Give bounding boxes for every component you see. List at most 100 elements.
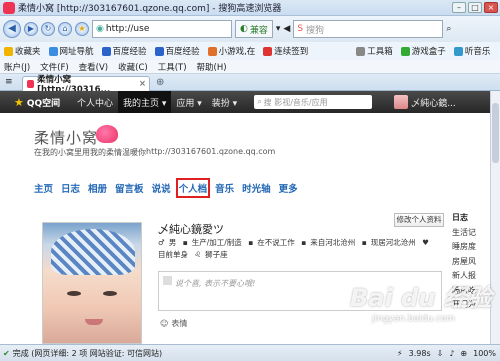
space-url[interactable]: http://303167601.qzone.qq.com <box>146 147 275 156</box>
search-icon[interactable]: ⌕ <box>446 24 451 34</box>
scrollbar-thumb[interactable] <box>492 103 499 163</box>
speed-icon: ⚡ <box>397 348 403 358</box>
decoration-icon <box>96 125 118 143</box>
close-button[interactable]: × <box>484 2 498 13</box>
compat-mode-button[interactable]: ◐ 兼容 <box>235 20 273 38</box>
status-ok-icon: ✔ <box>3 348 10 358</box>
gamebox-button[interactable]: 游戏盒子 <box>400 45 446 57</box>
info-gender: 男 <box>168 238 177 247</box>
emoji-button[interactable]: ☺ 表情 <box>160 318 187 329</box>
right-column-item[interactable]: 房屋风 <box>452 255 490 270</box>
globe-icon <box>48 46 58 56</box>
zoom-icon[interactable]: ⊕ <box>460 349 467 358</box>
location-icon: ▪ <box>361 238 367 247</box>
qq-star-icon: ★ <box>14 95 24 109</box>
right-column-item[interactable]: 生活记 <box>452 226 490 241</box>
status-thumb-icon <box>163 276 172 285</box>
space-title: 柔情小窝 <box>34 129 99 147</box>
refresh-icon[interactable]: ↻ <box>41 22 55 36</box>
nav-my-homepage[interactable]: 我的主页 ▾ <box>118 91 172 113</box>
space-nav-music[interactable]: 音乐 <box>215 181 234 195</box>
space-nav-album[interactable]: 相册 <box>88 181 107 195</box>
info-industry: 生产/加工/制造 <box>191 238 242 247</box>
favorites-item[interactable]: 网址导航 <box>48 45 94 57</box>
space-nav-blog[interactable]: 日志 <box>61 181 80 195</box>
qzone-logo[interactable]: ★ QQ空间 <box>0 96 72 109</box>
back-arrow-icon[interactable]: ◀ <box>283 24 290 34</box>
zoom-level[interactable]: 100% <box>473 349 496 358</box>
favorites-item[interactable]: 连续签到 <box>263 45 308 57</box>
tab-list-icon[interactable]: ≡ <box>5 77 13 87</box>
menu-item[interactable]: 收藏(C) <box>118 61 148 73</box>
nav-dressup[interactable]: 装扮 ▾ <box>207 91 242 113</box>
work-icon: ▪ <box>182 238 188 247</box>
status-text[interactable]: 完成 (网页详细: 2 项 网站验证: 可信网站) <box>13 348 162 359</box>
tab-close-icon[interactable]: × <box>139 79 146 89</box>
gender-icon: ♂ <box>158 238 165 247</box>
qzone-topbar: ★ QQ空间 个人中心 我的主页 ▾ 应用 ▾ 装扮 ▾ ⌕ 搜 影视/音乐/应… <box>0 91 490 113</box>
toolbox-icon <box>356 46 366 56</box>
edit-profile-button[interactable]: 修改个人资料 <box>394 213 444 227</box>
qzone-search-input[interactable]: ⌕ 搜 影视/音乐/应用 <box>254 95 373 109</box>
favorites-item[interactable]: 百度经验 <box>154 45 200 57</box>
zodiac-icon: ♌ <box>194 250 202 259</box>
gamebox-icon <box>400 46 410 56</box>
music-button[interactable]: 听音乐 <box>453 45 490 57</box>
space-subtitle: 在我的小窝里用我的柔情温暖你 <box>34 148 146 157</box>
info-work: 在不说工作 <box>257 238 295 247</box>
menu-item[interactable]: 工具(T) <box>158 61 187 73</box>
home-icon: ▪ <box>301 238 307 247</box>
space-nav-moments[interactable]: 说说 <box>152 181 171 195</box>
baidu-icon <box>101 46 111 56</box>
forward-icon[interactable]: ▶ <box>24 22 38 36</box>
space-nav-home[interactable]: 主页 <box>34 181 53 195</box>
qzone-user-menu[interactable]: 乄純心鏡... <box>394 95 456 109</box>
favorites-item[interactable]: 收藏夹 <box>4 45 41 57</box>
url-text: http://use <box>105 24 150 34</box>
baidu-watermark: Bai du 经验 <box>350 284 492 312</box>
minimize-button[interactable]: – <box>452 2 466 13</box>
favorites-bar: 收藏夹 网址导航 百度经验 百度经验 小游戏,在 连续签到 工具箱 游戏盒子 听… <box>0 42 500 60</box>
dropdown-chevron-icon[interactable]: ▾ <box>276 24 281 34</box>
info-relationship: 目前单身 <box>158 250 188 259</box>
avatar <box>394 95 409 109</box>
nav-personal-center[interactable]: 个人中心 <box>72 91 118 113</box>
favorite-star-icon[interactable]: ★ <box>75 22 89 36</box>
tab-favicon <box>27 80 35 88</box>
right-column-item[interactable]: 睡房度 <box>452 240 490 255</box>
back-icon[interactable]: ◀ <box>3 20 21 38</box>
tab-active[interactable]: 柔情小窝 [http://30316... × <box>22 75 150 95</box>
url-input[interactable]: ◉ http://use <box>92 20 232 38</box>
new-tab-icon[interactable]: ⊕ <box>156 77 164 88</box>
user-name: 乄純心鏡... <box>411 98 456 109</box>
heart-icon: ♥ <box>422 238 429 247</box>
home-icon[interactable]: ⌂ <box>58 22 72 36</box>
menu-item[interactable]: 查看(V) <box>79 61 108 73</box>
menu-item[interactable]: 文件(F) <box>40 61 69 73</box>
info-zodiac: 狮子座 <box>205 250 228 259</box>
favorites-item[interactable]: 小游戏,在 <box>207 45 255 57</box>
load-time: 3.98s <box>408 348 431 358</box>
space-nav-more[interactable]: 更多 <box>279 181 298 195</box>
space-nav-timeline[interactable]: 时光轴 <box>242 181 271 195</box>
space-nav-guestbook[interactable]: 留言板 <box>115 181 144 195</box>
profile-name: 乄純心鏡愛ツ <box>158 223 224 236</box>
emoji-label: 表情 <box>171 319 188 328</box>
work-icon: ▪ <box>248 238 254 247</box>
download-icon[interactable]: ⇩ <box>437 349 444 358</box>
info-residence: 现居河北沧州 <box>370 238 416 247</box>
profile-photo[interactable] <box>42 222 142 344</box>
favorites-item[interactable]: 百度经验 <box>101 45 147 57</box>
menu-item[interactable]: 帮助(H) <box>197 61 227 73</box>
maximize-button[interactable]: □ <box>468 2 482 13</box>
toolbox-button[interactable]: 工具箱 <box>356 45 393 57</box>
menu-item[interactable]: 账户(J) <box>4 61 30 73</box>
compat-icon: ◐ <box>240 24 248 34</box>
search-input[interactable]: S 搜狗 <box>293 20 444 38</box>
space-nav-profile[interactable]: 个人档 <box>175 178 211 198</box>
nav-apps[interactable]: 应用 ▾ <box>171 91 206 113</box>
status-placeholder: 说个喜, 表示不要心哦! <box>175 279 256 288</box>
browser-icon <box>3 1 15 14</box>
sound-icon[interactable]: ♪ <box>449 349 454 358</box>
smiley-icon: ☺ <box>160 319 169 328</box>
